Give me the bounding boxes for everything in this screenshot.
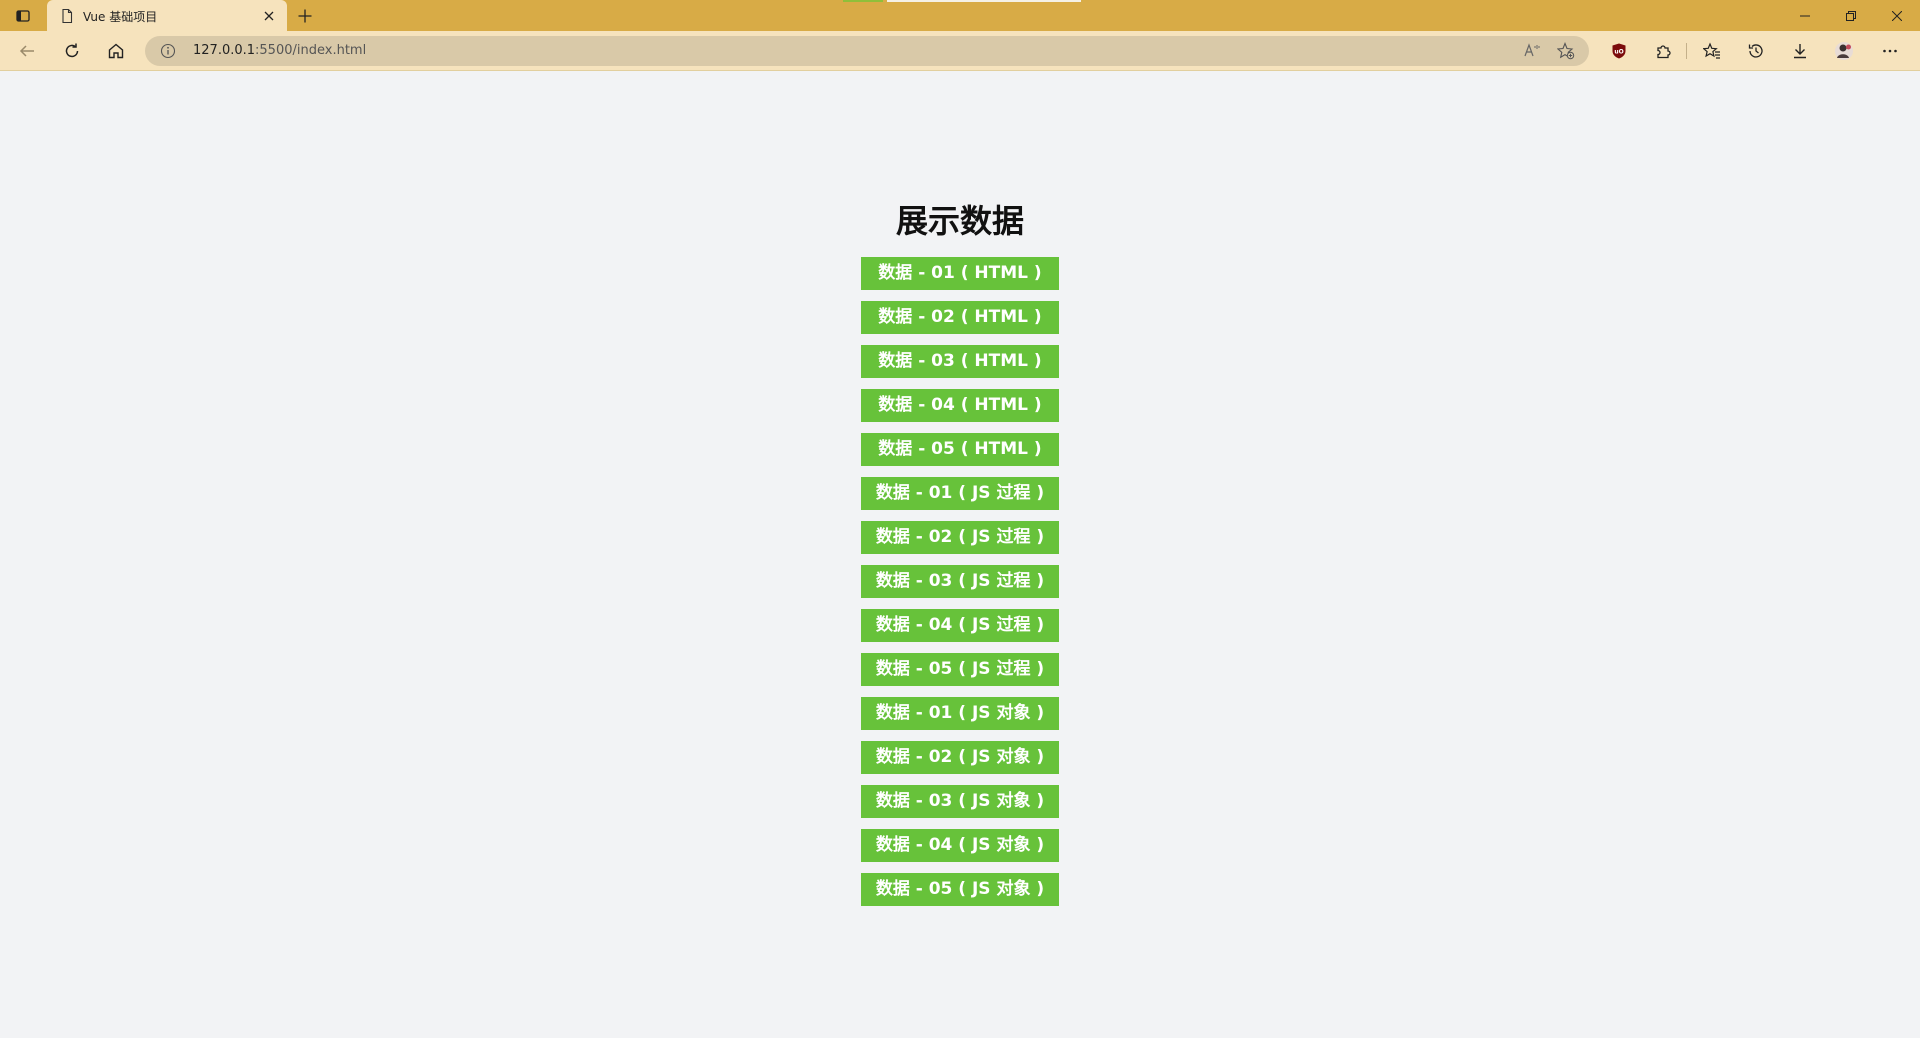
address-bar[interactable]: 127.0.0.1:5500/index.html: [145, 36, 1589, 66]
reload-icon[interactable]: [59, 38, 85, 64]
tab-progress-track: [887, 0, 1081, 2]
data-item-button[interactable]: 数据 - 01 ( JS 对象 ): [861, 697, 1059, 730]
data-item-button[interactable]: 数据 - 05 ( JS 过程 ): [861, 653, 1059, 686]
data-item-button[interactable]: 数据 - 02 ( JS 过程 ): [861, 521, 1059, 554]
read-aloud-icon[interactable]: [1523, 42, 1541, 60]
close-tab-icon[interactable]: [261, 8, 277, 24]
back-arrow-icon[interactable]: [14, 38, 40, 64]
more-menu-icon[interactable]: [1877, 38, 1903, 64]
extensions-icon[interactable]: [1650, 38, 1676, 64]
new-tab-icon[interactable]: [294, 5, 316, 27]
close-window-icon[interactable]: [1874, 0, 1920, 31]
data-item-button[interactable]: 数据 - 05 ( HTML ): [861, 433, 1059, 466]
data-item-button[interactable]: 数据 - 04 ( HTML ): [861, 389, 1059, 422]
favorites-icon[interactable]: [1699, 38, 1725, 64]
home-icon[interactable]: [103, 38, 129, 64]
active-tab[interactable]: Vue 基础项目: [47, 0, 287, 31]
url-host: 127.0.0.1: [193, 43, 256, 58]
profile-avatar[interactable]: [1831, 38, 1857, 64]
tab-actions-icon[interactable]: [12, 6, 34, 26]
restore-icon[interactable]: [1828, 0, 1874, 31]
tab-strip: Vue 基础项目: [0, 0, 1920, 31]
data-button-list: 数据 - 01 ( HTML ) 数据 - 02 ( HTML ) 数据 - 03 …: [0, 257, 1920, 906]
tab-title: Vue 基础项目: [83, 10, 158, 24]
page-title: 展示数据: [895, 202, 1024, 240]
url-text[interactable]: 127.0.0.1:5500/index.html: [193, 43, 366, 58]
toolbar-divider: [1686, 43, 1687, 59]
url-path: :5500/index.html: [255, 43, 367, 58]
data-item-button[interactable]: 数据 - 02 ( HTML ): [861, 301, 1059, 334]
minimize-icon[interactable]: [1782, 0, 1828, 31]
data-item-button[interactable]: 数据 - 04 ( JS 对象 ): [861, 829, 1059, 862]
data-item-button[interactable]: 数据 - 02 ( JS 对象 ): [861, 741, 1059, 774]
svg-text:uO: uO: [1614, 49, 1623, 56]
add-favorite-icon[interactable]: [1557, 42, 1575, 60]
tab-progress-indicator: [843, 0, 883, 2]
page-viewport: 展示数据 数据 - 01 ( HTML ) 数据 - 02 ( HTML ) 数据 …: [0, 71, 1920, 1038]
data-item-button[interactable]: 数据 - 03 ( JS 对象 ): [861, 785, 1059, 818]
page-icon: [59, 8, 75, 24]
info-icon[interactable]: [160, 43, 176, 59]
window-controls: [1782, 0, 1920, 31]
content-container: 展示数据 数据 - 01 ( HTML ) 数据 - 02 ( HTML ) 数据 …: [0, 201, 1920, 906]
data-item-button[interactable]: 数据 - 03 ( HTML ): [861, 345, 1059, 378]
history-icon[interactable]: [1743, 38, 1769, 64]
data-item-button[interactable]: 数据 - 01 ( JS 过程 ): [861, 477, 1059, 510]
data-item-button[interactable]: 数据 - 01 ( HTML ): [861, 257, 1059, 290]
downloads-icon[interactable]: [1787, 38, 1813, 64]
data-item-button[interactable]: 数据 - 05 ( JS 对象 ): [861, 873, 1059, 906]
data-item-button[interactable]: 数据 - 03 ( JS 过程 ): [861, 565, 1059, 598]
ublock-extension-icon[interactable]: uO: [1606, 38, 1632, 64]
browser-toolbar: 127.0.0.1:5500/index.html uO: [0, 31, 1920, 71]
data-item-button[interactable]: 数据 - 04 ( JS 过程 ): [861, 609, 1059, 642]
browser-window: Vue 基础项目 127.0.0.1:5500/index.html uO 展示…: [0, 0, 1920, 1038]
